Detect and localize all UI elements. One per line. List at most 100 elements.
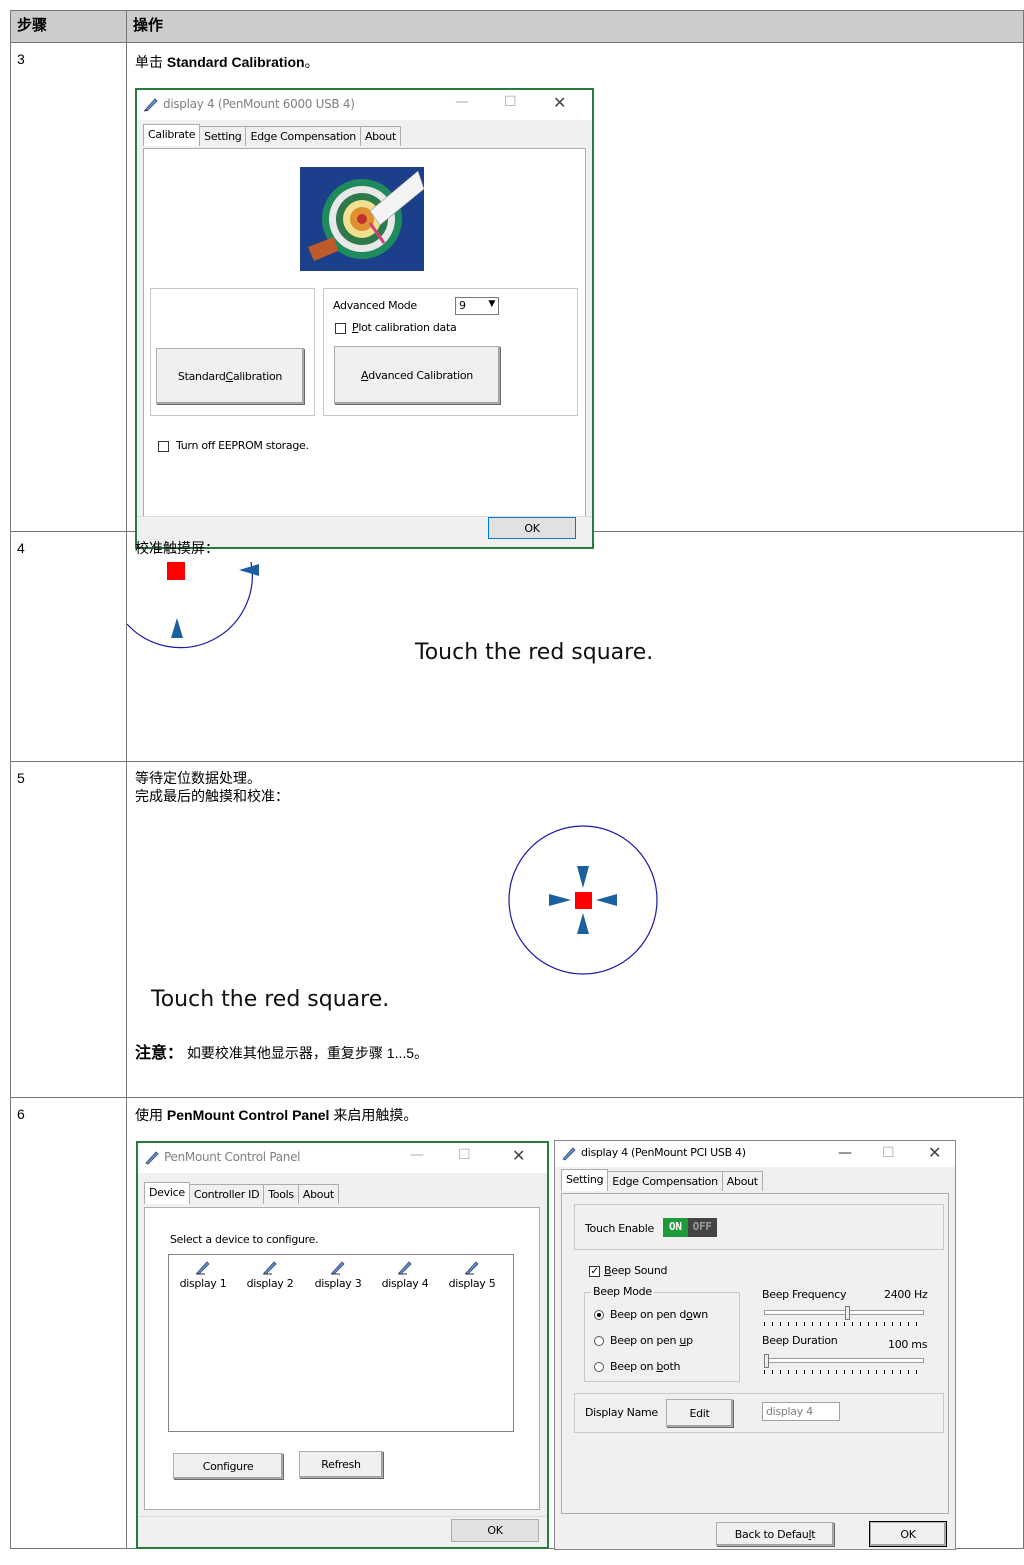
- beep-duration-slider[interactable]: [764, 1354, 924, 1376]
- step-instruction: 使用 PenMount Control Panel 来启用触摸。: [135, 1105, 417, 1125]
- settings-dialog: display 4 (PenMount PCI USB 4) — ☐ ✕ Set…: [554, 1140, 956, 1550]
- tab-about[interactable]: About: [297, 1184, 339, 1204]
- step-number: 6: [10, 1097, 127, 1549]
- list-item[interactable]: display 4: [375, 1259, 435, 1290]
- ok-button[interactable]: OK: [869, 1521, 947, 1547]
- beep-duration-label: Beep Duration: [762, 1334, 838, 1347]
- beep-frequency-label: Beep Frequency: [762, 1288, 847, 1301]
- red-square[interactable]: [575, 892, 592, 909]
- back-text-rest: t: [811, 1527, 816, 1541]
- instruction-suffix: 来启用触摸。: [329, 1107, 418, 1123]
- minimize-icon[interactable]: —: [455, 94, 469, 110]
- refresh-button[interactable]: Refresh: [299, 1451, 383, 1478]
- ok-button[interactable]: OK: [451, 1519, 539, 1542]
- configure-button[interactable]: Configure: [173, 1453, 283, 1479]
- eeprom-checkbox[interactable]: [158, 441, 169, 452]
- arrow-left-icon: [596, 894, 617, 906]
- touch-enable-label: Touch Enable: [585, 1222, 654, 1235]
- step-number: 4: [10, 531, 127, 762]
- dialog-titlebar: display 4 (PenMount PCI USB 4) — ☐ ✕: [555, 1141, 955, 1167]
- close-icon[interactable]: ✕: [553, 93, 566, 112]
- beep-up-text: Beep on pen: [610, 1334, 680, 1347]
- minimize-icon[interactable]: —: [838, 1145, 852, 1161]
- beep-pen-down-radio[interactable]: [594, 1310, 604, 1320]
- advanced-mode-select[interactable]: 9 ▼: [455, 297, 499, 315]
- beep-up-text-rest: p: [686, 1334, 693, 1347]
- beep-pen-up-radio[interactable]: [594, 1336, 604, 1346]
- touch-instruction: Touch the red square.: [415, 640, 654, 665]
- tab-edge-compensation[interactable]: Edge Compensation: [607, 1171, 723, 1191]
- tab-controller-id[interactable]: Controller ID: [188, 1184, 265, 1204]
- close-icon[interactable]: ✕: [928, 1143, 941, 1162]
- instruction-text: 单击: [135, 54, 167, 70]
- tab-setting[interactable]: Setting: [199, 126, 247, 146]
- table-row: 6 使用 PenMount Control Panel 来启用触摸。 PenMo…: [10, 1097, 1024, 1550]
- device-label: display 5: [448, 1277, 496, 1290]
- pen-icon: [398, 1261, 412, 1275]
- dialog-titlebar: PenMount Control Panel — ☐ ✕: [138, 1143, 547, 1173]
- device-label: display 1: [179, 1277, 227, 1290]
- calibration-dialog: display 4 (PenMount 6000 USB 4) — ☐ ✕ Ca…: [135, 88, 594, 549]
- dialog-tabs: Device Controller ID Tools About: [144, 1182, 339, 1206]
- pen-icon: [145, 1151, 159, 1165]
- maximize-icon[interactable]: ☐: [458, 1147, 471, 1163]
- beep-sound-text: eep Sound: [611, 1264, 668, 1277]
- step-number: 5: [10, 761, 127, 1098]
- beep-mode-label: Beep Mode: [591, 1285, 654, 1298]
- maximize-icon[interactable]: ☐: [882, 1145, 895, 1161]
- device-list[interactable]: display 1 display 2 display 3 display 4 …: [168, 1254, 514, 1432]
- slider-ticks: [764, 1370, 924, 1374]
- beep-frequency-value: 2400 Hz: [884, 1288, 928, 1301]
- chevron-down-icon[interactable]: ▼: [488, 299, 495, 309]
- back-text: Back to Defau: [734, 1527, 809, 1541]
- dialog-title: display 4 (PenMount 6000 USB 4): [163, 97, 355, 111]
- list-item[interactable]: display 3: [308, 1259, 368, 1290]
- pen-icon: [196, 1261, 210, 1275]
- advanced-calibration-button[interactable]: Advanced Calibration: [334, 346, 500, 404]
- tab-about[interactable]: About: [721, 1171, 763, 1191]
- list-item[interactable]: display 5: [442, 1259, 502, 1290]
- list-item[interactable]: display 2: [240, 1259, 300, 1290]
- beep-sound-checkbox[interactable]: ✓: [589, 1266, 600, 1277]
- standard-btn-accel: C: [225, 369, 234, 383]
- step-line-2: 完成最后的触摸和校准：: [135, 788, 289, 804]
- table-row: 5 等待定位数据处理。 完成最后的触摸和校准： Touch the red sq…: [10, 761, 1024, 1098]
- plot-calibration-checkbox[interactable]: [335, 323, 346, 334]
- close-icon[interactable]: ✕: [512, 1146, 525, 1165]
- toggle-off: OFF: [687, 1218, 717, 1237]
- beep-frequency-slider[interactable]: [764, 1306, 924, 1328]
- tab-calibrate[interactable]: Calibrate: [143, 124, 201, 146]
- standard-btn-text: Standard: [177, 369, 226, 383]
- advanced-mode-value: 9: [459, 299, 466, 312]
- pen-icon: [562, 1147, 576, 1161]
- beep-duration-value: 100 ms: [888, 1338, 928, 1351]
- back-to-default-button[interactable]: Back to Defau l t: [716, 1522, 834, 1546]
- instruction-bold: Standard Calibration: [166, 54, 305, 70]
- standard-calibration-button[interactable]: Standard Calibration: [156, 348, 304, 404]
- step-body: 单击 Standard Calibration。 display 4 (PenM…: [126, 42, 1024, 549]
- touch-enable-toggle[interactable]: ON OFF: [663, 1218, 717, 1237]
- slider-knob[interactable]: [764, 1354, 769, 1368]
- note-label: 注意：: [135, 1045, 184, 1062]
- instruction-suffix: 。: [304, 54, 319, 70]
- step-number: 3: [10, 42, 127, 532]
- instruction-text: 使用: [135, 1107, 167, 1123]
- table-row: 3 单击 Standard Calibration。 display 4 (Pe…: [10, 42, 1024, 549]
- beep-both-radio[interactable]: [594, 1362, 604, 1372]
- maximize-icon[interactable]: ☐: [504, 94, 517, 110]
- calibration-target-image: [300, 167, 424, 271]
- red-square[interactable]: [167, 562, 185, 580]
- step-body: 使用 PenMount Control Panel 来启用触摸。 PenMoun…: [126, 1097, 1024, 1550]
- display-name-input[interactable]: display 4: [762, 1402, 840, 1421]
- tab-setting[interactable]: Setting: [561, 1169, 609, 1191]
- table-row: 4 校准触摸屏： Touch the red square.: [10, 531, 1024, 762]
- list-item[interactable]: display 1: [173, 1259, 233, 1290]
- tab-edge-compensation[interactable]: Edge Compensation: [245, 126, 361, 146]
- edit-button[interactable]: Edit: [666, 1399, 733, 1427]
- tab-device[interactable]: Device: [144, 1182, 190, 1204]
- tab-tools[interactable]: Tools: [263, 1184, 299, 1204]
- slider-knob[interactable]: [844, 1306, 850, 1320]
- minimize-icon[interactable]: —: [410, 1147, 424, 1163]
- tab-about[interactable]: About: [359, 126, 401, 146]
- step-body: 等待定位数据处理。 完成最后的触摸和校准： Touch the red squa…: [126, 761, 1024, 1098]
